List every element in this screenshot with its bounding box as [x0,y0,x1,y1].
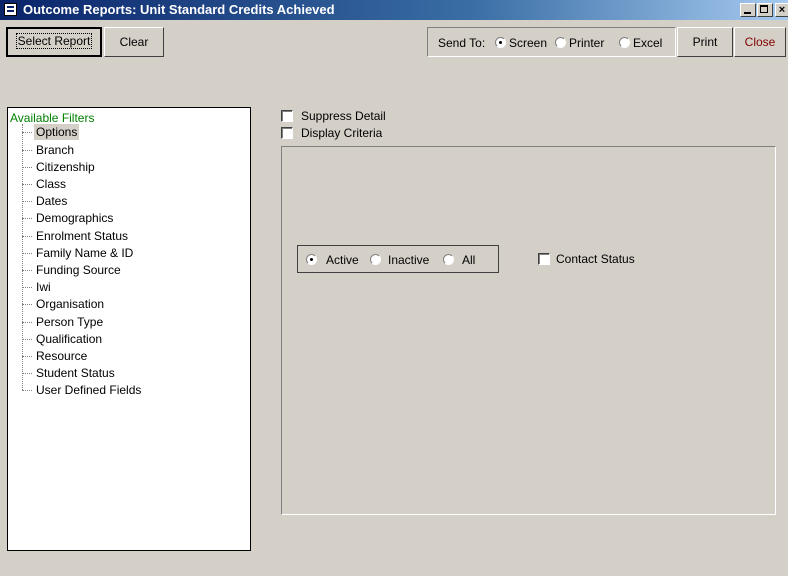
tree-branch-line [22,201,32,202]
status-option-group: Active Inactive All [297,245,499,273]
suppress-detail-label: Suppress Detail [301,109,386,123]
select-report-label: Select Report [15,33,93,49]
all-radio[interactable] [443,254,454,265]
screen-label: Screen [509,36,548,50]
print-button[interactable]: Print [677,27,733,57]
close-button[interactable]: Close [734,27,786,57]
tree-item-label: Resource [36,349,88,363]
tree-branch-line [22,373,32,374]
tree-branch-line [22,339,32,340]
tree-item-label: Qualification [36,332,103,346]
tree-item-label: Organisation [36,297,105,311]
all-label: All [462,253,476,267]
form-icon [4,3,17,16]
tree-branch-line [22,132,32,133]
tree-item-label: Funding Source [36,263,121,277]
tree-item-label: Demographics [36,211,114,225]
tree-item-label: Family Name & ID [36,246,134,260]
tree-root-available-filters[interactable]: Available Filters [10,111,94,125]
tree-branch-line [22,270,32,271]
tree-item-label: Options [34,124,80,140]
tree-branch-line [22,304,32,305]
excel-label: Excel [633,36,663,50]
tree-branch-line [22,218,32,219]
tree-branch-line [22,150,32,151]
screen-radio[interactable] [495,37,506,48]
display-criteria-checkbox[interactable] [281,127,293,139]
excel-radio[interactable] [619,37,630,48]
printer-radio[interactable] [555,37,566,48]
tree-connector [22,124,23,390]
send-to-group: Send To: Screen Printer Excel [427,27,676,57]
tree-item-label: Student Status [36,366,115,380]
tree-item-label: Dates [36,194,68,208]
title-bar: Outcome Reports: Unit Standard Credits A… [0,0,788,20]
tree-branch-line [22,253,32,254]
display-criteria-label: Display Criteria [301,126,383,140]
tree-branch-line [22,167,32,168]
contact-status-label: Contact Status [556,252,635,266]
tree-branch-line [22,236,32,237]
close-window-button[interactable]: × [775,3,788,17]
filters-tree[interactable]: Available Filters Options Branch Citizen… [7,107,251,551]
options-panel [281,146,776,515]
tree-item-label: Iwi [36,280,51,294]
send-to-label: Send To: [438,36,486,50]
contact-status-checkbox[interactable] [538,253,550,265]
inactive-label: Inactive [388,253,430,267]
active-radio[interactable] [306,254,317,265]
tree-item-label: Class [36,177,67,191]
printer-label: Printer [569,36,605,50]
tree-item-label: Citizenship [36,160,95,174]
minimize-button[interactable] [740,3,756,17]
tree-branch-line [22,390,32,391]
tree-item-label: Branch [36,143,75,157]
tree-branch-line [22,184,32,185]
tree-branch-line [22,322,32,323]
clear-button[interactable]: Clear [104,27,164,57]
tree-branch-line [22,356,32,357]
active-label: Active [326,253,359,267]
suppress-detail-checkbox[interactable] [281,110,293,122]
tree-item-label: Enrolment Status [36,229,129,243]
tree-item-label: Person Type [36,315,104,329]
window-title: Outcome Reports: Unit Standard Credits A… [23,2,335,17]
inactive-radio[interactable] [370,254,381,265]
maximize-button[interactable] [757,3,773,17]
tree-item-label: User Defined Fields [36,383,142,397]
select-report-button[interactable]: Select Report [6,27,102,57]
tree-branch-line [22,287,32,288]
